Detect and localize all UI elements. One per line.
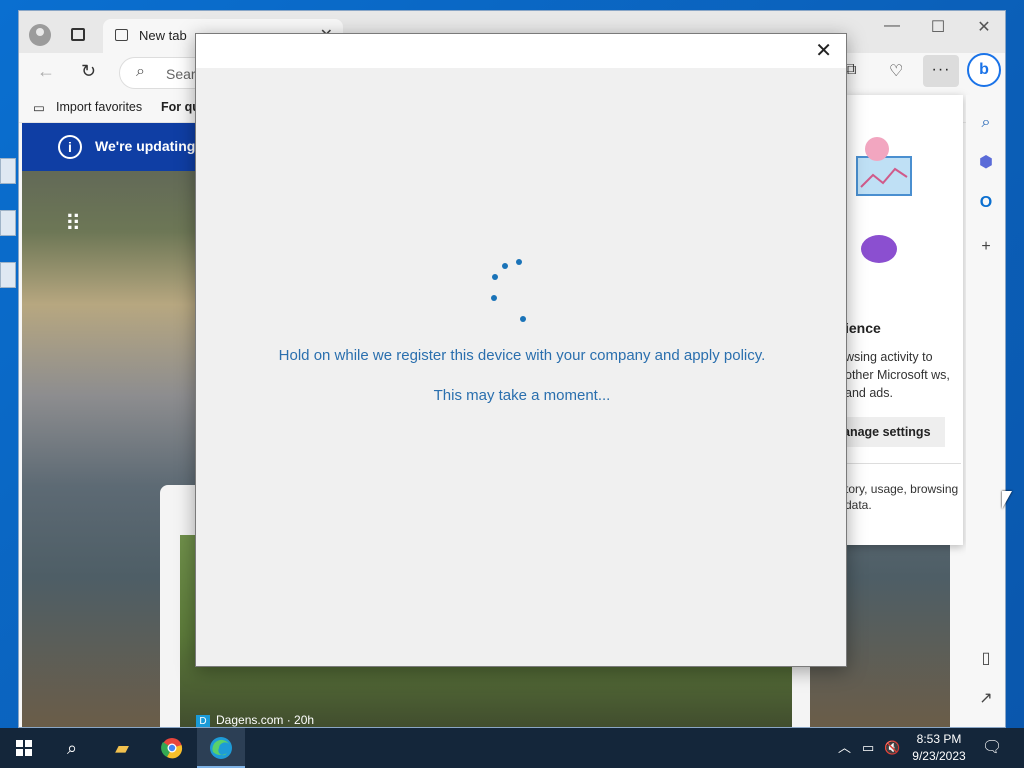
address-placeholder: Sear [166, 66, 196, 82]
edge-sidebar: ⌕ ⬢ O + ▯ ↗ ⚙ [966, 95, 1005, 727]
browser-essentials-icon[interactable]: ♡ [889, 61, 903, 81]
registration-submessage: This may take a moment... [433, 387, 611, 404]
external-link-icon[interactable]: ↗ [976, 689, 996, 709]
start-button[interactable] [0, 728, 48, 768]
source-text: Dagens.com · 20h [216, 713, 315, 727]
search-icon[interactable]: ⌕ [48, 728, 96, 768]
taskbar: ⌕ ▰ ︿ ▭ 🔇 8:53 PM 9/23/2023 🗨 [0, 728, 1024, 768]
spinner-dot [491, 295, 497, 301]
apps-launcher-icon[interactable]: ⠿ [65, 211, 81, 237]
clock-time: 8:53 PM [916, 732, 962, 746]
source-badge-icon: D [196, 715, 210, 727]
new-tab-favicon-icon [115, 29, 128, 41]
flyout-heading: ience [845, 320, 881, 336]
back-button[interactable]: ← [37, 61, 55, 82]
desktop-icon[interactable] [0, 262, 16, 288]
notifications-icon[interactable]: 🗨 [982, 728, 1002, 768]
edge-icon[interactable] [197, 728, 245, 768]
refresh-button[interactable]: ↻ [81, 61, 96, 82]
window-close-button[interactable]: ✕ [969, 17, 999, 37]
spinner-dot [516, 259, 522, 265]
settings-and-more-button[interactable]: ··· [923, 55, 959, 87]
registration-message: Hold on while we register this device wi… [278, 347, 766, 364]
show-hidden-icons-icon[interactable]: ︿ [838, 728, 851, 768]
chrome-icon[interactable] [148, 728, 196, 768]
tab-title: New tab [139, 28, 187, 43]
tab-actions-icon[interactable] [71, 28, 85, 41]
spinner-dot [520, 316, 526, 322]
network-icon[interactable]: ▭ [862, 728, 874, 768]
add-icon[interactable]: + [976, 237, 996, 257]
windows-logo-icon [16, 740, 32, 756]
minimize-button[interactable]: — [877, 17, 907, 35]
illustration-icon [856, 137, 912, 263]
copilot-icon[interactable]: ⬢ [976, 153, 996, 173]
desktop-icon[interactable] [0, 158, 16, 184]
flyout-description-2: tory, usage, browsing data. [845, 482, 959, 512]
search-icon: ⌕ [136, 63, 145, 80]
outlook-icon[interactable]: O [976, 193, 996, 213]
import-favorites-link[interactable]: Import favorites [56, 100, 142, 114]
flyout-description: wsing activity to other Microsoft ws, an… [845, 350, 950, 400]
volume-muted-icon[interactable]: 🔇 [884, 728, 900, 768]
clock[interactable]: 8:53 PM 9/23/2023 [904, 731, 974, 765]
banner-text: We're updating [95, 138, 196, 154]
sidebar-toggle-icon[interactable]: ▯ [976, 649, 996, 669]
manage-settings-button[interactable]: anage settings [839, 417, 945, 447]
news-card-source: D Dagens.com · 20h [196, 713, 315, 727]
profile-flyout: ience wsing activity to other Microsoft … [839, 95, 963, 545]
search-icon[interactable]: ⌕ [976, 113, 996, 133]
info-icon: i [58, 135, 82, 159]
spinner-dot [502, 263, 508, 269]
divider [845, 463, 961, 464]
import-favorites-icon: ▭ [33, 101, 45, 115]
profile-avatar-icon[interactable] [29, 24, 51, 46]
clock-date: 9/23/2023 [912, 749, 966, 763]
desktop-icon[interactable] [0, 210, 16, 236]
spinner-dot [492, 274, 498, 280]
maximize-button[interactable]: ☐ [923, 17, 953, 37]
mouse-cursor-icon [1002, 491, 1012, 509]
file-explorer-icon[interactable]: ▰ [98, 728, 146, 768]
device-registration-dialog: ✕ Hold on while we register this device … [195, 33, 847, 667]
bing-chat-button[interactable]: b [967, 53, 1001, 87]
